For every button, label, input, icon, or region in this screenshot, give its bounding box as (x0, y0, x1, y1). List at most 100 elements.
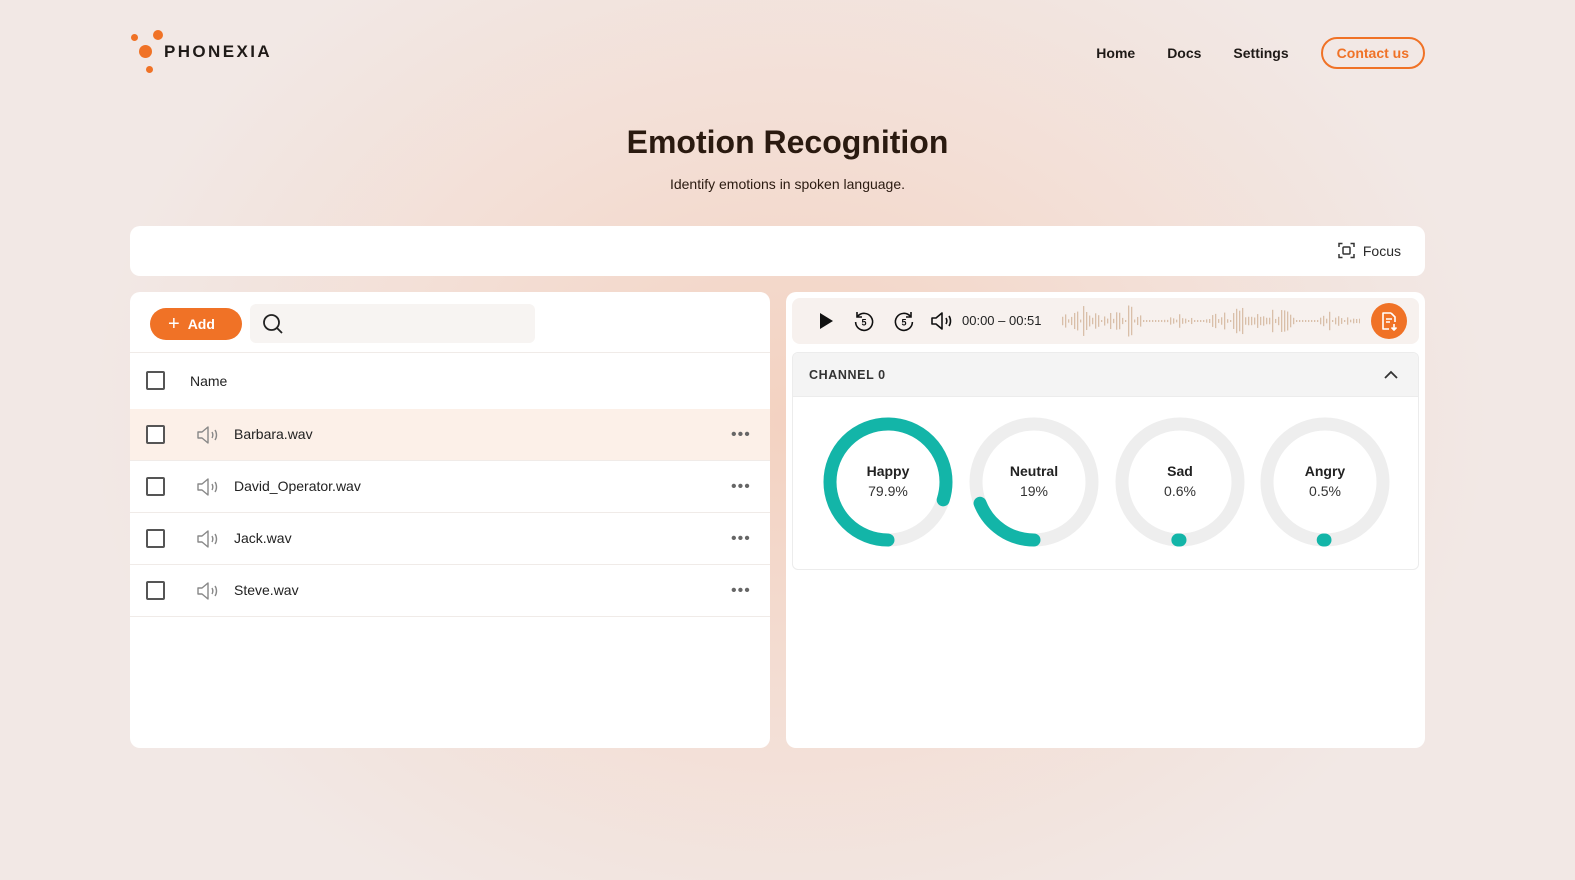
waveform-bar (1233, 313, 1235, 329)
toolbar: Focus (130, 226, 1425, 276)
waveform-bar (1173, 318, 1175, 324)
waveform-bar (1284, 310, 1286, 332)
emotion-value: 79.9% (868, 483, 908, 499)
waveform-bar (1071, 316, 1073, 326)
waveform-bar (1263, 316, 1265, 326)
play-icon[interactable] (816, 310, 836, 332)
waveform-bar (1116, 312, 1118, 330)
select-all-checkbox[interactable] (146, 371, 165, 390)
waveform-bar (1344, 320, 1346, 322)
waveform-bar (1125, 320, 1127, 322)
waveform-bar (1278, 316, 1280, 326)
waveform-bar (1215, 313, 1217, 329)
row-checkbox[interactable] (146, 581, 165, 600)
focus-icon (1338, 242, 1355, 259)
speaker-icon (197, 426, 218, 444)
search-input[interactable] (294, 312, 524, 334)
file-name: Jack.wav (234, 530, 292, 546)
waveform-bar (1356, 318, 1358, 324)
waveform-bar (1221, 317, 1223, 325)
results-panel: 5 5 00:00 – 00:51 CHANNEL 0 Happy 79.9% … (786, 292, 1425, 748)
waveform-bar (1077, 311, 1079, 331)
time-range: 00:00 – 00:51 (962, 313, 1042, 328)
contact-us-button[interactable]: Contact us (1320, 37, 1425, 69)
waveform-bar (1128, 305, 1130, 337)
speaker-icon (197, 530, 218, 548)
waveform-bar (1167, 319, 1169, 323)
rewind-5-icon[interactable]: 5 (852, 309, 876, 333)
export-button[interactable] (1371, 303, 1407, 339)
gauge-ring (1260, 417, 1390, 547)
channel-label: CHANNEL 0 (809, 368, 886, 382)
waveform-bar (1101, 320, 1103, 322)
waveform-bar (1332, 320, 1334, 322)
gauge-ring (823, 417, 953, 547)
waveform-bar (1311, 320, 1313, 322)
waveform-bar (1194, 320, 1196, 322)
waveform-bar (1104, 316, 1106, 326)
header: PHONEXIA Home Docs Settings Contact us (130, 28, 1425, 76)
column-name: Name (190, 373, 228, 389)
row-checkbox[interactable] (146, 529, 165, 548)
chevron-up-icon[interactable] (1383, 367, 1399, 383)
document-download-icon (1382, 312, 1398, 331)
table-row[interactable]: Jack.wav ••• (130, 513, 770, 565)
svg-text:5: 5 (901, 318, 906, 328)
more-options-icon[interactable]: ••• (731, 426, 751, 444)
file-name: David_Operator.wav (234, 478, 361, 494)
volume-icon[interactable] (930, 310, 956, 332)
table-row[interactable]: Barbara.wav ••• (130, 409, 770, 461)
add-button[interactable]: + Add (150, 308, 242, 340)
speaker-icon (197, 582, 218, 600)
waveform-bar (1353, 318, 1355, 324)
table-row[interactable]: Steve.wav ••• (130, 565, 770, 617)
waveform-bar (1227, 319, 1229, 323)
more-options-icon[interactable]: ••• (731, 582, 751, 600)
emotion-value: 19% (1019, 483, 1049, 499)
phonexia-logo[interactable]: PHONEXIA (130, 28, 290, 76)
focus-button[interactable]: Focus (1338, 242, 1401, 259)
emotion-value: 0.5% (1309, 483, 1341, 499)
row-checkbox[interactable] (146, 477, 165, 496)
waveform-bar (1095, 313, 1097, 329)
waveform-bar (1338, 316, 1340, 326)
search-box[interactable] (250, 304, 535, 343)
focus-label: Focus (1362, 242, 1401, 259)
waveform-bar (1119, 312, 1121, 330)
waveform-bar (1080, 319, 1082, 323)
waveform-bar (1323, 315, 1325, 327)
table-row[interactable]: David_Operator.wav ••• (130, 461, 770, 513)
waveform-bar (1248, 316, 1250, 326)
emotion-name: Angry (1304, 463, 1346, 479)
waveform[interactable] (1060, 305, 1360, 337)
logo-dot (146, 66, 153, 73)
waveform-bar (1083, 306, 1085, 336)
waveform-bar (1260, 316, 1262, 326)
search-icon (263, 314, 283, 334)
waveform-bar (1122, 317, 1124, 325)
waveform-bar (1305, 320, 1307, 322)
nav-home[interactable]: Home (1096, 45, 1135, 61)
file-name: Barbara.wav (234, 426, 313, 442)
more-options-icon[interactable]: ••• (731, 530, 751, 548)
logo-dot (153, 30, 163, 40)
waveform-bar (1209, 319, 1211, 323)
more-options-icon[interactable]: ••• (731, 478, 751, 496)
waveform-bar (1110, 312, 1112, 330)
waveform-bar (1065, 314, 1067, 328)
waveform-bar (1185, 318, 1187, 324)
waveform-bar (1089, 315, 1091, 327)
nav-settings[interactable]: Settings (1233, 45, 1288, 61)
nav-docs[interactable]: Docs (1167, 45, 1201, 61)
waveform-bar (1086, 311, 1088, 331)
waveform-bar (1236, 308, 1238, 334)
waveform-bar (1140, 315, 1142, 327)
channel-header[interactable]: CHANNEL 0 (793, 353, 1418, 397)
forward-5-icon[interactable]: 5 (892, 309, 916, 333)
waveform-bar (1341, 318, 1343, 324)
row-checkbox[interactable] (146, 425, 165, 444)
waveform-bar (1287, 311, 1289, 331)
emotion-gauge-sad: Sad 0.6% (1113, 415, 1247, 549)
waveform-bar (1230, 320, 1232, 322)
waveform-bar (1161, 320, 1163, 322)
